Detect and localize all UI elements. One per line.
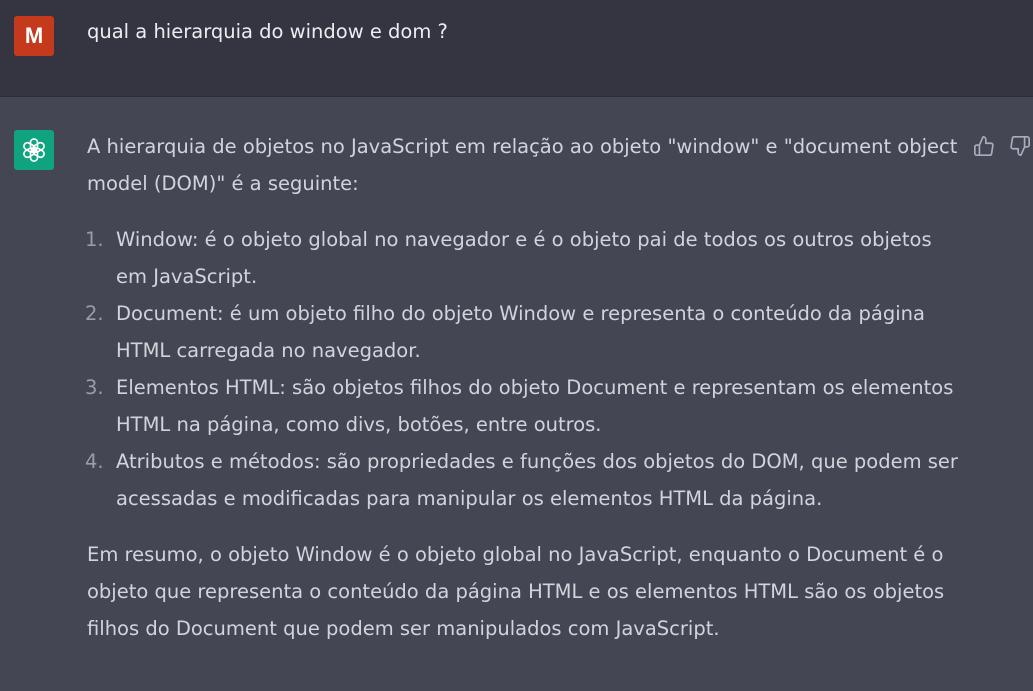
answer-summary: Em resumo, o objeto Window é o objeto gl… bbox=[87, 543, 945, 640]
thumbs-up-button[interactable] bbox=[973, 135, 995, 157]
user-message-row: M qual a hierarquia do window e dom ? bbox=[0, 0, 1033, 97]
bot-avatar bbox=[14, 130, 54, 170]
feedback-buttons bbox=[973, 135, 1031, 157]
answer-intro: A hierarquia de objetos no JavaScript em… bbox=[87, 135, 958, 195]
list-item-text: Atributos e métodos: são propriedades e … bbox=[116, 450, 958, 510]
openai-logo-icon bbox=[23, 138, 45, 162]
list-item: 2. Document: é um objeto filho do objeto… bbox=[85, 295, 967, 369]
thumbs-down-icon bbox=[1010, 136, 1030, 156]
thumbs-up-icon bbox=[974, 136, 994, 156]
list-item-text: Window: é o objeto global no navegador e… bbox=[116, 228, 932, 288]
list-item: 4. Atributos e métodos: são propriedades… bbox=[85, 443, 967, 517]
answer-list: 1. Window: é o objeto global no navegado… bbox=[85, 221, 967, 517]
list-item: 3. Elementos HTML: são objetos filhos do… bbox=[85, 369, 967, 443]
list-item-text: Elementos HTML: são objetos filhos do ob… bbox=[116, 376, 954, 436]
list-item-number: 3. bbox=[85, 376, 104, 399]
thumbs-down-button[interactable] bbox=[1009, 135, 1031, 157]
list-item-number: 1. bbox=[85, 228, 104, 251]
user-message-text: qual a hierarquia do window e dom ? bbox=[87, 20, 448, 43]
assistant-message-content: A hierarquia de objetos no JavaScript em… bbox=[85, 128, 967, 647]
list-item-number: 2. bbox=[85, 302, 104, 325]
list-item-number: 4. bbox=[85, 450, 104, 473]
list-item-text: Document: é um objeto filho do objeto Wi… bbox=[116, 302, 925, 362]
user-avatar: M bbox=[14, 16, 54, 56]
list-item: 1. Window: é o objeto global no navegado… bbox=[85, 221, 967, 295]
assistant-message-row: A hierarquia de objetos no JavaScript em… bbox=[0, 97, 1033, 691]
